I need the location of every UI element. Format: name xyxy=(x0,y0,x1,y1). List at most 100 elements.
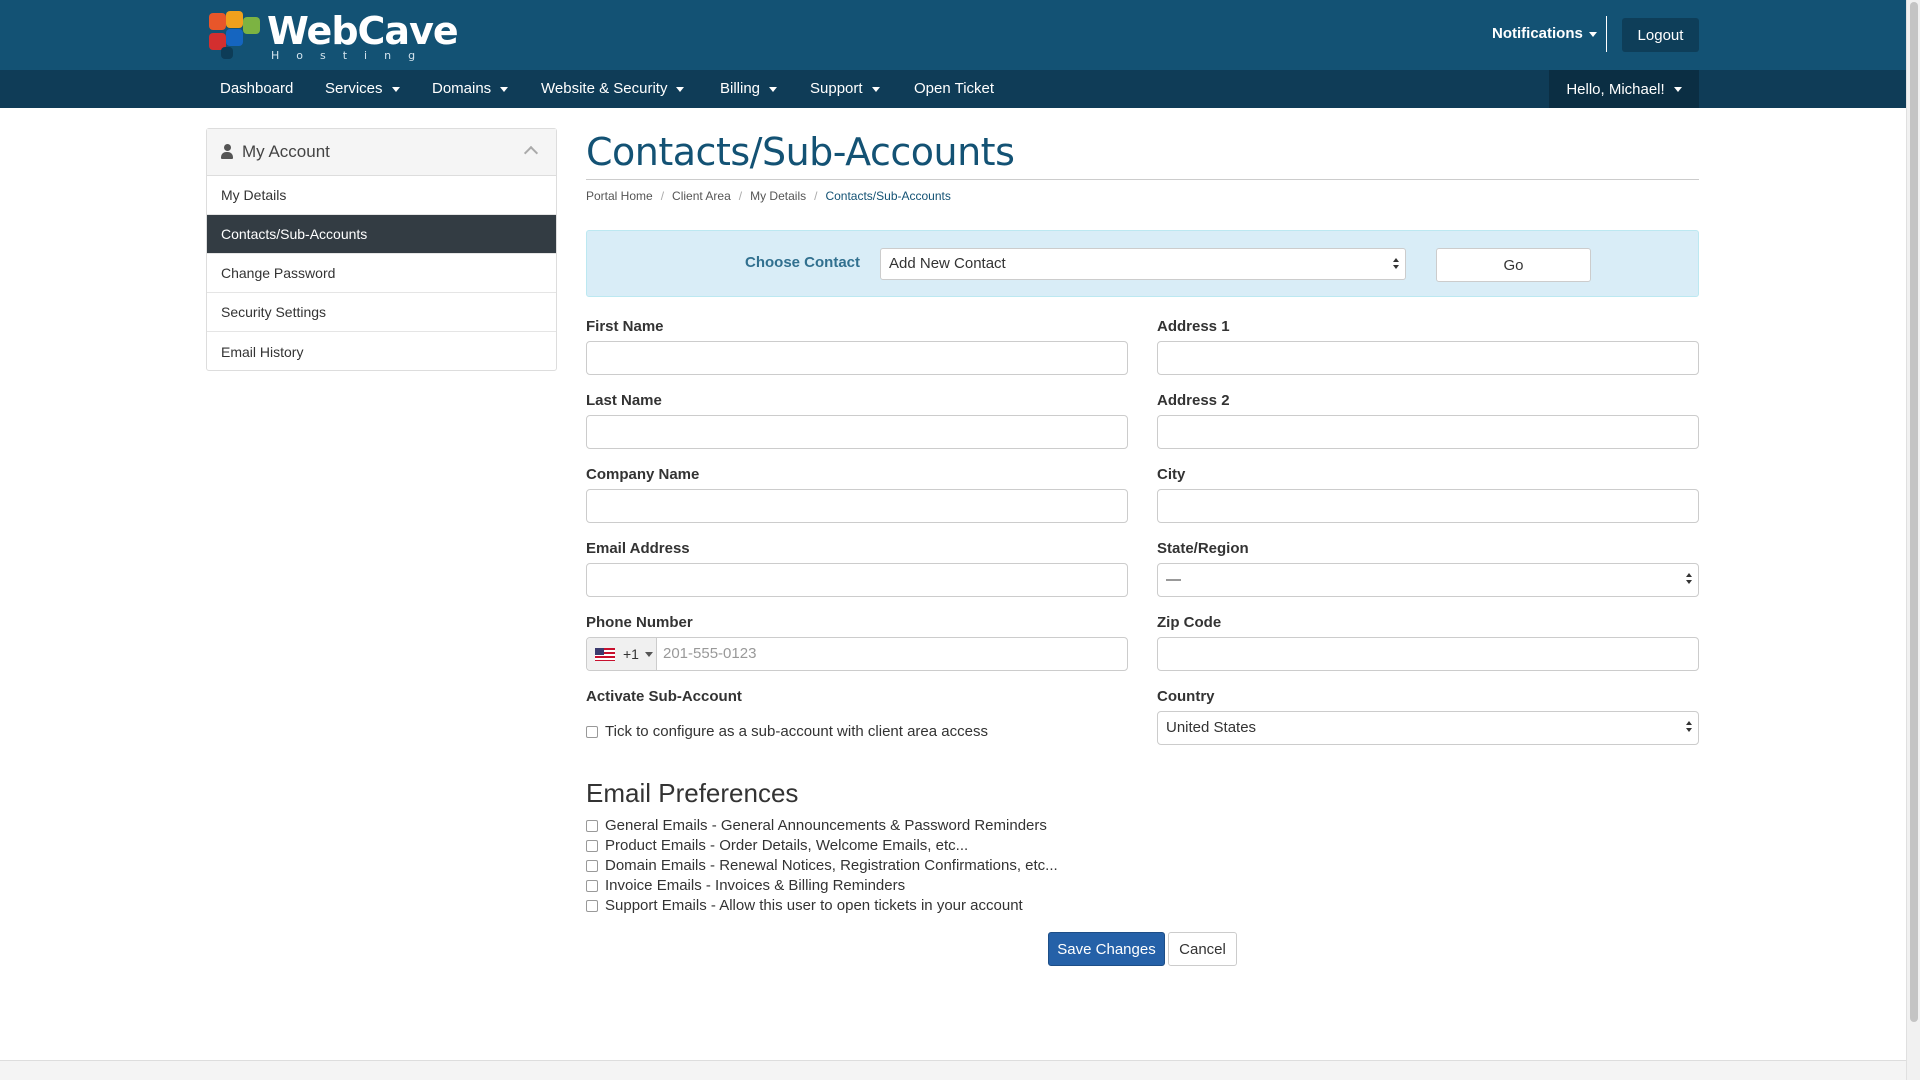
user-greeting: Hello, Michael! xyxy=(1566,80,1665,98)
state-select[interactable]: — xyxy=(1157,563,1699,597)
pref-label: General Emails - General Announcements &… xyxy=(605,817,1047,834)
sidebar-item-my-details[interactable]: My Details xyxy=(207,176,556,215)
caret-down-icon xyxy=(1588,31,1597,37)
activate-subaccount-checkbox[interactable] xyxy=(586,725,598,738)
activate-subaccount-option[interactable]: Tick to configure as a sub-account with … xyxy=(586,723,988,740)
nav-dashboard[interactable]: Dashboard xyxy=(220,70,293,108)
zip-field[interactable] xyxy=(1157,637,1699,671)
address2-field[interactable] xyxy=(1157,415,1699,449)
title-divider xyxy=(586,179,1699,180)
country-value: United States xyxy=(1166,719,1257,736)
breadcrumb-current: Contacts/Sub-Accounts xyxy=(825,189,951,203)
email-field[interactable] xyxy=(586,563,1128,597)
choose-contact-value: Add New Contact xyxy=(889,255,1006,272)
scrollbar-thumb[interactable] xyxy=(1910,2,1918,1022)
country-code-selector[interactable]: +1 xyxy=(587,638,657,670)
go-button[interactable]: Go xyxy=(1436,248,1591,282)
caret-down-icon xyxy=(1673,86,1682,92)
pref-checkbox[interactable] xyxy=(586,839,598,852)
company-name-field[interactable] xyxy=(586,489,1128,523)
caret-down-icon xyxy=(769,86,778,92)
pref-general-emails[interactable]: General Emails - General Announcements &… xyxy=(586,817,1047,834)
country-code: +1 xyxy=(623,646,639,662)
sidebar-header[interactable]: My Account xyxy=(207,129,556,176)
sidebar-title: My Account xyxy=(242,142,330,161)
choose-contact-panel: Choose Contact Add New Contact Go xyxy=(586,230,1699,297)
sidebar-item-contacts[interactable]: Contacts/Sub-Accounts xyxy=(207,215,556,254)
pref-support-emails[interactable]: Support Emails - Allow this user to open… xyxy=(586,897,1023,914)
pref-domain-emails[interactable]: Domain Emails - Renewal Notices, Registr… xyxy=(586,857,1058,874)
first-name-label: First Name xyxy=(586,318,664,335)
sidebar-item-label: Email History xyxy=(221,343,304,360)
nav-website-security[interactable]: Website & Security xyxy=(541,70,685,108)
breadcrumb-client-area[interactable]: Client Area xyxy=(672,189,731,203)
breadcrumb-my-details[interactable]: My Details xyxy=(750,189,806,203)
main-navbar: Dashboard Services Domains Website & Sec… xyxy=(0,70,1906,108)
sidebar-item-security-settings[interactable]: Security Settings xyxy=(207,293,556,332)
sidebar-item-label: Security Settings xyxy=(221,304,327,320)
country-select[interactable]: United States xyxy=(1157,711,1699,745)
phone-label: Phone Number xyxy=(586,614,693,631)
header-divider xyxy=(1606,16,1607,52)
nav-support[interactable]: Support xyxy=(810,70,880,108)
save-changes-button[interactable]: Save Changes xyxy=(1048,932,1165,966)
sidebar-item-label: My Details xyxy=(221,187,287,203)
last-name-label: Last Name xyxy=(586,392,662,409)
address1-field[interactable] xyxy=(1157,341,1699,375)
pref-checkbox[interactable] xyxy=(586,879,598,892)
sidebar-item-change-password[interactable]: Change Password xyxy=(207,254,556,293)
state-value: — xyxy=(1166,571,1181,588)
logout-button[interactable]: Logout xyxy=(1622,18,1699,52)
sidebar-item-label: Change Password xyxy=(221,265,336,281)
vertical-scrollbar[interactable] xyxy=(1906,0,1920,1080)
last-name-field[interactable] xyxy=(586,415,1128,449)
city-field[interactable] xyxy=(1157,489,1699,523)
brand-name: WebCave xyxy=(267,8,459,53)
email-preferences-title: Email Preferences xyxy=(586,778,799,808)
state-label: State/Region xyxy=(1157,540,1249,557)
nav-label: Domains xyxy=(432,80,492,97)
nav-billing[interactable]: Billing xyxy=(720,70,778,108)
nav-domains[interactable]: Domains xyxy=(432,70,509,108)
breadcrumb-separator: / xyxy=(738,189,743,203)
breadcrumb: Portal Home / Client Area / My Details / Conta… xyxy=(586,189,951,203)
nav-services[interactable]: Services xyxy=(325,70,400,108)
choose-contact-select[interactable]: Add New Contact xyxy=(880,248,1406,280)
activate-subaccount-text: Tick to configure as a sub-account with … xyxy=(605,723,988,740)
select-arrows-icon xyxy=(1393,258,1399,270)
pref-label: Product Emails - Order Details, Welcome … xyxy=(605,837,969,854)
nav-label: Open Ticket xyxy=(914,80,995,97)
nav-label: Support xyxy=(810,80,863,97)
user-menu[interactable]: Hello, Michael! xyxy=(1549,70,1699,108)
pref-invoice-emails[interactable]: Invoice Emails - Invoices & Billing Remi… xyxy=(586,877,905,894)
caret-down-icon xyxy=(391,86,400,92)
notifications-dropdown[interactable]: Notifications xyxy=(1492,25,1597,42)
first-name-field[interactable] xyxy=(586,341,1128,375)
chevron-up-icon[interactable] xyxy=(523,145,539,161)
phone-field[interactable]: +1 201-555-0123 xyxy=(586,637,1128,671)
user-icon xyxy=(221,144,233,160)
pref-checkbox[interactable] xyxy=(586,819,598,832)
select-arrows-icon xyxy=(1686,721,1692,733)
pref-checkbox[interactable] xyxy=(586,899,598,912)
nav-label: Dashboard xyxy=(220,80,294,97)
select-arrows-icon xyxy=(1686,573,1692,585)
sidebar-item-email-history[interactable]: Email History xyxy=(207,332,556,371)
choose-contact-label: Choose Contact xyxy=(745,254,861,271)
city-label: City xyxy=(1157,466,1186,483)
brand-logo[interactable]: WebCave Hosting xyxy=(207,8,459,62)
breadcrumb-portal-home[interactable]: Portal Home xyxy=(586,189,653,203)
cancel-button[interactable]: Cancel xyxy=(1168,932,1237,966)
page-title: Contacts/Sub-Accounts xyxy=(586,130,1015,174)
pref-label: Invoice Emails - Invoices & Billing Remi… xyxy=(605,877,906,894)
sidebar-item-label: Contacts/Sub-Accounts xyxy=(221,226,368,242)
zip-label: Zip Code xyxy=(1157,614,1222,631)
caret-down-icon xyxy=(500,86,509,92)
country-label: Country xyxy=(1157,688,1215,705)
company-name-label: Company Name xyxy=(586,466,700,483)
breadcrumb-separator: / xyxy=(814,189,818,203)
nav-open-ticket[interactable]: Open Ticket xyxy=(914,70,994,108)
caret-down-icon xyxy=(871,86,880,92)
pref-checkbox[interactable] xyxy=(586,859,598,872)
pref-product-emails[interactable]: Product Emails - Order Details, Welcome … xyxy=(586,837,968,854)
